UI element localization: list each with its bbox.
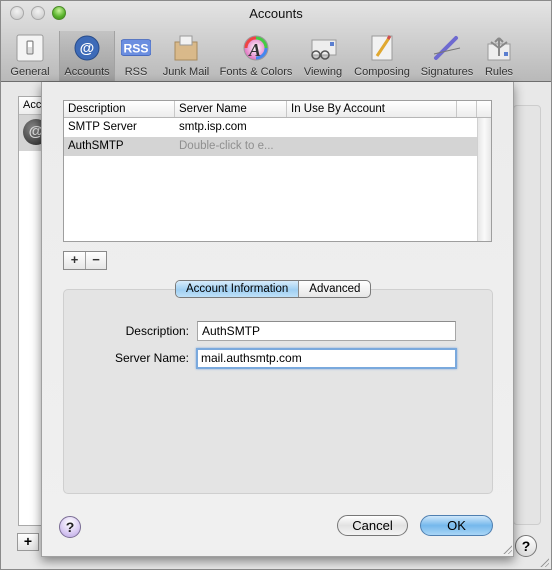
- cell-server-name: smtp.isp.com: [179, 121, 247, 133]
- column-empty: [457, 101, 477, 117]
- light-switch-icon: [15, 33, 45, 63]
- toolbar-item-fonts-colors[interactable]: A Fonts & Colors: [215, 31, 297, 81]
- description-field[interactable]: AuthSMTP: [197, 321, 456, 341]
- settings-tabs: Account Information Advanced: [175, 280, 372, 298]
- cell-server-name-placeholder[interactable]: Double-click to e...: [175, 137, 287, 156]
- pen-icon: [432, 33, 462, 63]
- fonts-colors-icon: A: [241, 33, 271, 63]
- table-row[interactable]: SMTP Server smtp.isp.com: [64, 118, 491, 137]
- sheet-resize-grip[interactable]: [502, 544, 512, 554]
- svg-text:@: @: [80, 40, 95, 57]
- cell-in-use: [287, 137, 457, 156]
- toolbar-item-signatures[interactable]: Signatures: [415, 31, 479, 81]
- server-name-label: Server Name:: [114, 351, 189, 365]
- description-label: Description:: [125, 324, 189, 338]
- toolbar-item-accounts[interactable]: @ Accounts: [59, 31, 115, 81]
- column-description[interactable]: Description: [64, 101, 175, 117]
- tab-advanced[interactable]: Advanced: [299, 281, 370, 297]
- svg-text:A: A: [248, 40, 261, 60]
- remove-server-button[interactable]: −: [85, 252, 106, 269]
- toolbar-item-viewing[interactable]: Viewing: [297, 31, 349, 81]
- server-name-field[interactable]: mail.authsmtp.com: [196, 348, 457, 369]
- preferences-window: Accounts General @ Accounts RSS RSS Junk…: [0, 0, 552, 570]
- cell-description: AuthSMTP: [68, 140, 124, 152]
- cell-in-use: [287, 118, 457, 137]
- table-scrollbar[interactable]: [477, 118, 491, 241]
- column-in-use-by-account[interactable]: In Use By Account: [287, 101, 457, 117]
- server-settings-box: [63, 289, 493, 494]
- account-details-panel: [513, 105, 541, 525]
- toolbar-item-junk-mail[interactable]: Junk Mail: [157, 31, 215, 81]
- glasses-envelope-icon: [308, 33, 338, 63]
- add-server-button[interactable]: +: [64, 252, 85, 269]
- column-server-name[interactable]: Server Name: [175, 101, 287, 117]
- window-resize-grip[interactable]: [539, 557, 549, 567]
- title-bar: Accounts General @ Accounts RSS RSS Junk…: [1, 1, 551, 82]
- pencil-paper-icon: [367, 33, 397, 63]
- sheet-help-button[interactable]: ?: [59, 516, 81, 538]
- toolbar-item-general[interactable]: General: [1, 31, 59, 81]
- preferences-toolbar: General @ Accounts RSS RSS Junk Mail A F…: [1, 31, 551, 81]
- ok-button[interactable]: OK: [420, 515, 493, 536]
- cell-description: SMTP Server: [68, 121, 137, 133]
- table-row-selected[interactable]: AuthSMTP Double-click to e...: [64, 137, 478, 156]
- window-title: Accounts: [249, 6, 303, 21]
- svg-text:RSS: RSS: [123, 42, 148, 56]
- toolbar-item-rules[interactable]: Rules: [479, 31, 519, 81]
- junk-mail-box-icon: [171, 33, 201, 63]
- smtp-server-table: Description Server Name In Use By Accoun…: [63, 100, 492, 242]
- add-remove-control: + −: [63, 251, 107, 270]
- cancel-button[interactable]: Cancel: [337, 515, 408, 536]
- add-account-button[interactable]: +: [17, 533, 39, 551]
- rules-arrows-icon: [484, 33, 514, 63]
- rss-icon: RSS: [121, 33, 151, 63]
- smtp-server-sheet: Description Server Name In Use By Accoun…: [41, 82, 514, 557]
- table-header: Description Server Name In Use By Accoun…: [64, 101, 491, 118]
- toolbar-item-composing[interactable]: Composing: [349, 31, 415, 81]
- toolbar-item-rss[interactable]: RSS RSS: [115, 31, 157, 81]
- preferences-help-button[interactable]: ?: [515, 535, 537, 557]
- tab-account-information[interactable]: Account Information: [176, 281, 300, 297]
- at-sign-icon: @: [72, 33, 102, 63]
